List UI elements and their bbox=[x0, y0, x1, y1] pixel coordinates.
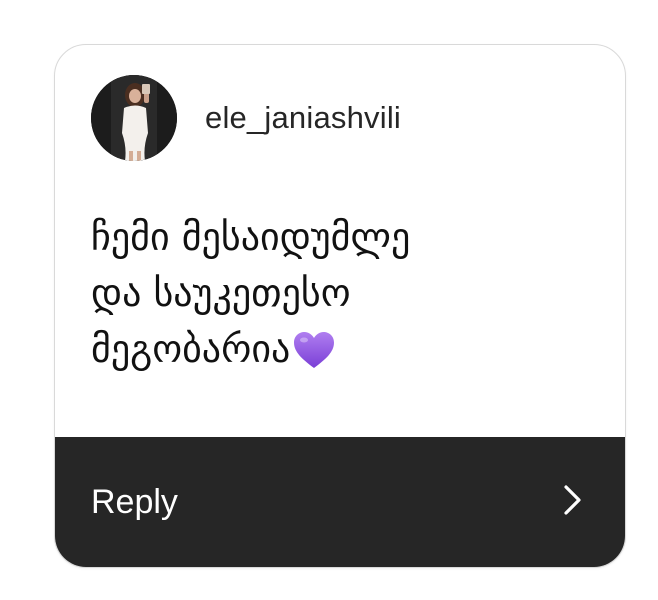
avatar-photo-icon bbox=[91, 75, 177, 161]
purple-heart-icon bbox=[292, 329, 336, 385]
message-line-text: მეგობარია bbox=[91, 327, 291, 371]
message-line: ჩემი მესაიდუმლე bbox=[91, 215, 411, 259]
reply-button[interactable]: Reply bbox=[55, 437, 625, 567]
story-reply-card: ele_janiashvili ჩემი მესაიდუმლე და საუკე… bbox=[54, 44, 626, 568]
username[interactable]: ele_janiashvili bbox=[205, 100, 401, 136]
reply-label: Reply bbox=[91, 482, 178, 521]
card-header: ele_janiashvili bbox=[91, 75, 401, 161]
chevron-right-icon bbox=[563, 484, 583, 520]
reply-message: ჩემი მესაიდუმლე და საუკეთესო მეგობარია bbox=[91, 209, 591, 385]
message-line: მეგობარია bbox=[91, 321, 591, 385]
message-line: და საუკეთესო bbox=[91, 271, 351, 315]
avatar[interactable] bbox=[91, 75, 177, 161]
